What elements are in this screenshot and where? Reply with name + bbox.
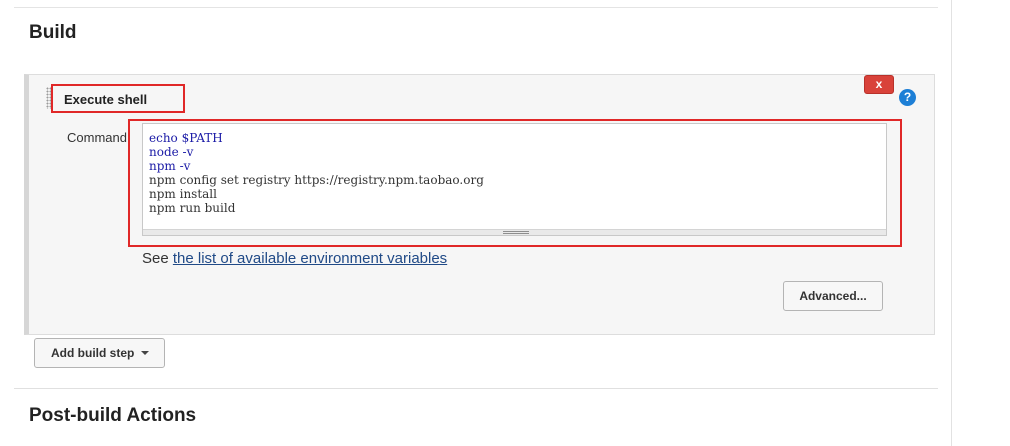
add-build-step-button[interactable]: Add build step [34, 338, 165, 368]
step-title: Execute shell [51, 84, 185, 113]
job-config-panel: Build Execute shell x ? Command echo $PA… [0, 0, 952, 446]
see-prefix: See [142, 250, 173, 267]
caret-down-icon [141, 351, 149, 355]
env-vars-link[interactable]: the list of available environment variab… [173, 250, 447, 267]
build-section-title: Build [29, 22, 77, 43]
env-vars-hint: See the list of available environment va… [142, 250, 447, 267]
add-build-step-label: Add build step [51, 346, 135, 360]
post-build-section-title: Post-build Actions [29, 405, 197, 426]
delete-step-button[interactable]: x [864, 75, 894, 94]
help-icon[interactable]: ? [899, 89, 916, 106]
section-divider [14, 388, 938, 389]
command-highlight-annotation [128, 119, 902, 247]
advanced-button[interactable]: Advanced... [783, 281, 883, 311]
command-label: Command [67, 130, 127, 145]
section-divider [14, 7, 938, 8]
